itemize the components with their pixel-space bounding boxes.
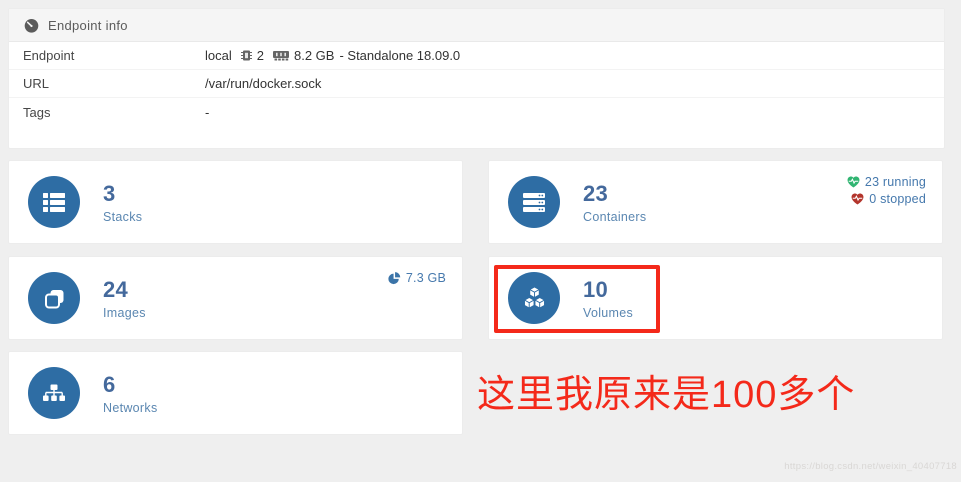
stacks-card[interactable]: 3 Stacks	[8, 160, 463, 244]
stopped-text: 0 stopped	[869, 192, 926, 206]
networks-count: 6	[103, 371, 116, 397]
networks-label: Networks	[103, 400, 158, 415]
url-label: URL	[23, 76, 50, 91]
watermark: https://blog.csdn.net/weixin_40407718	[784, 461, 957, 472]
volumes-count: 10	[583, 276, 609, 302]
memory-icon	[272, 50, 289, 61]
images-size-info: 7.3 GB	[388, 257, 446, 285]
containers-icon	[508, 176, 560, 228]
url-row: URL /var/run/docker.sock	[9, 70, 944, 98]
tags-row: Tags -	[9, 98, 944, 140]
endpoint-memory: 8.2 GB	[293, 48, 335, 63]
networks-card[interactable]: 6 Networks	[8, 351, 463, 435]
containers-status: 23 running 0 stopped	[847, 161, 926, 206]
volumes-icon	[508, 272, 560, 324]
endpoint-label: Endpoint	[23, 48, 75, 63]
heartbeat-green-icon	[847, 176, 860, 188]
containers-card[interactable]: 23 Containers 23 running 0 stopped	[488, 160, 943, 244]
heartbeat-red-icon	[851, 193, 864, 205]
endpoint-name: local	[205, 48, 232, 63]
tags-value: -	[205, 105, 210, 120]
containers-label: Containers	[583, 209, 647, 224]
microchip-icon	[240, 49, 252, 62]
tachometer-icon	[24, 18, 39, 33]
tags-label: Tags	[23, 105, 51, 120]
endpoint-engine: - Standalone 18.09.0	[339, 48, 461, 63]
images-icon	[28, 272, 80, 324]
stopped-status: 0 stopped	[851, 192, 926, 206]
endpoint-row: Endpoint local 2 8.2 GB - Standalone 18.…	[9, 42, 944, 70]
images-label: Images	[103, 305, 146, 320]
endpoint-value: local 2 8.2 GB - Standalone 18.09.0	[205, 48, 460, 63]
images-card[interactable]: 24 Images 7.3 GB	[8, 256, 463, 340]
images-count: 24	[103, 276, 129, 302]
endpoint-cpu-count: 2	[256, 48, 264, 63]
panel-title: Endpoint info	[48, 17, 128, 33]
url-value: /var/run/docker.sock	[205, 76, 322, 91]
images-size-text: 7.3 GB	[405, 271, 446, 285]
pie-chart-icon	[388, 271, 401, 285]
endpoint-info-header: Endpoint info	[9, 9, 944, 42]
portainer-dashboard: Endpoint info Endpoint local 2 8.2 GB - …	[0, 0, 961, 482]
volumes-card[interactable]: 10 Volumes	[488, 256, 943, 340]
running-status: 23 running	[847, 175, 926, 189]
networks-icon	[28, 367, 80, 419]
running-text: 23 running	[864, 175, 926, 189]
annotation-text: 这里我原来是100多个	[477, 374, 856, 416]
endpoint-info-table: Endpoint local 2 8.2 GB - Standalone 18.…	[9, 42, 944, 140]
containers-count: 23	[583, 180, 609, 206]
volumes-label: Volumes	[583, 305, 634, 320]
endpoint-info-panel: Endpoint info Endpoint local 2 8.2 GB - …	[8, 8, 945, 149]
size-line: 7.3 GB	[388, 271, 446, 285]
stacks-label: Stacks	[103, 209, 143, 224]
stacks-icon	[28, 176, 80, 228]
stacks-count: 3	[103, 180, 116, 206]
